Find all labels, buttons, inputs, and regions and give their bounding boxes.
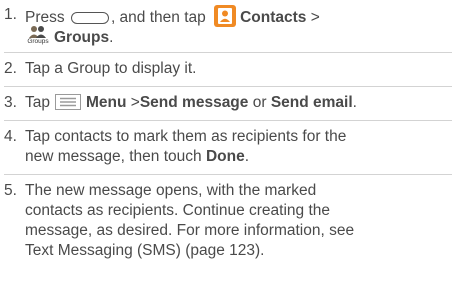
step-text: or bbox=[248, 94, 271, 111]
step-5: 5. The new message opens, with the marke… bbox=[4, 181, 454, 261]
step-text: Tap contacts to mark them as recipients … bbox=[25, 128, 347, 145]
divider bbox=[4, 174, 452, 175]
step-text: contacts as recipients. Continue creatin… bbox=[25, 202, 331, 219]
step-4-line-2: new message, then touch Done. bbox=[25, 147, 454, 167]
step-text: Tap a Group to display it. bbox=[25, 60, 197, 77]
step-4: 4. Tap contacts to mark them as recipien… bbox=[4, 127, 454, 167]
menu-separator: > bbox=[310, 9, 320, 26]
step-text: The new message opens, with the marked bbox=[25, 182, 317, 199]
step-4-content: Tap contacts to mark them as recipients … bbox=[25, 127, 454, 167]
step-text: Text Messaging (SMS) (page 123). bbox=[25, 242, 265, 259]
groups-icon-label: Groups bbox=[27, 38, 49, 45]
home-key-icon bbox=[70, 12, 109, 24]
step-text: new message, then touch bbox=[25, 148, 202, 165]
step-number: 3. bbox=[4, 94, 17, 111]
step-1-line-2: Groups Groups. bbox=[4, 25, 454, 48]
done-label: Done bbox=[205, 148, 245, 165]
step-3: 3. Tap Menu >Send message or Send email. bbox=[4, 93, 454, 113]
send-email-label: Send email bbox=[270, 94, 353, 111]
menu-separator: > bbox=[130, 94, 140, 111]
divider bbox=[4, 86, 452, 87]
divider bbox=[4, 120, 452, 121]
step-text: Tap bbox=[25, 94, 50, 111]
contacts-label: Contacts bbox=[240, 9, 307, 26]
step-text: , and then tap bbox=[110, 9, 206, 26]
divider bbox=[4, 52, 452, 53]
step-number: 5. bbox=[4, 182, 17, 199]
step-2: 2. Tap a Group to display it. bbox=[4, 59, 454, 79]
step-text: message, as desired. For more informatio… bbox=[25, 222, 355, 239]
step-3-content: Tap Menu >Send message or Send email. bbox=[25, 93, 454, 113]
step-number: 1. bbox=[4, 6, 17, 23]
step-5-content: The new message opens, with the marked c… bbox=[25, 181, 454, 261]
step-text: . bbox=[352, 94, 357, 111]
step-number: 2. bbox=[4, 60, 17, 77]
contacts-icon bbox=[214, 5, 237, 27]
step-text: Press bbox=[25, 9, 65, 26]
step-1-content-line-2: Groups Groups. bbox=[25, 25, 454, 48]
step-text: . bbox=[244, 148, 250, 165]
menu-label: Menu bbox=[86, 94, 127, 111]
send-message-label: Send message bbox=[139, 94, 249, 111]
step-number: 4. bbox=[4, 128, 17, 145]
menu-icon bbox=[55, 94, 81, 110]
step-text: . bbox=[109, 29, 114, 46]
groups-icon: Groups bbox=[25, 25, 51, 47]
groups-label: Groups bbox=[54, 29, 110, 46]
